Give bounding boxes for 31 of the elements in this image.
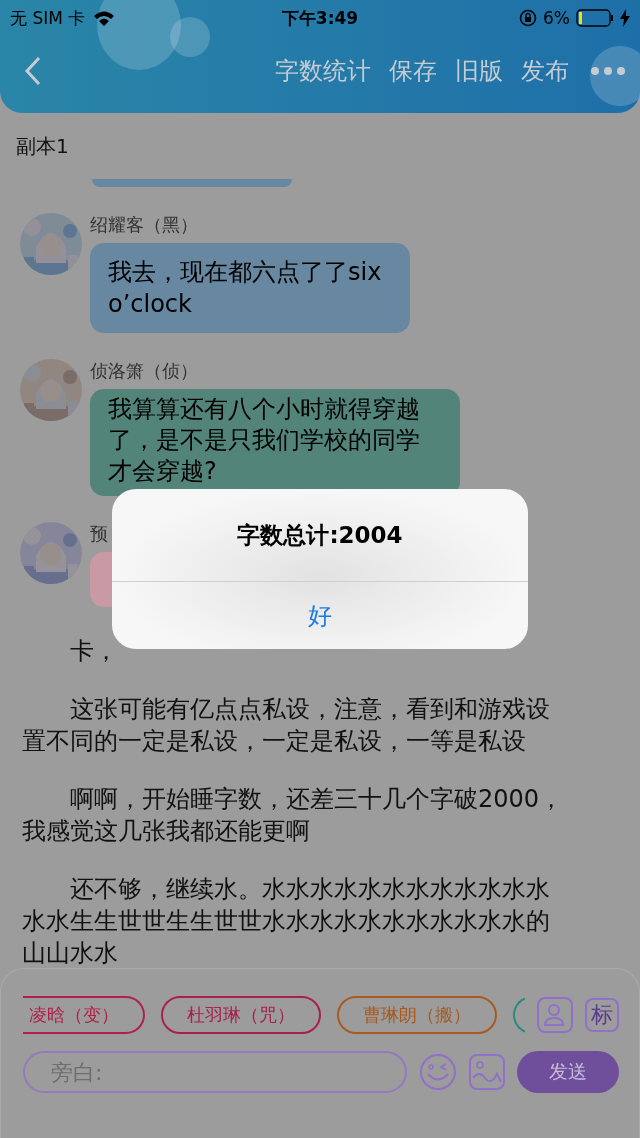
charging-icon: [620, 9, 630, 27]
sender-name: 侦洛箫（侦）: [90, 359, 199, 383]
image-icon[interactable]: [469, 1054, 505, 1090]
toolbar-button[interactable]: 旧版: [446, 55, 512, 87]
rotation-lock-icon: [519, 9, 538, 27]
message-bubble: 我去，现在都六点了了six o’clock: [90, 243, 410, 333]
story-paragraph: 还不够，继续水。水水水水水水水水水水水水水水生生世世生生世世水水水水水水水水水水水的山山水水: [21, 874, 551, 968]
decorative-circle: [590, 46, 640, 106]
battery-icon: [576, 9, 614, 27]
story-paragraph: 啊啊，开始睡字数，还差三十几个字破2000，我感觉这几张我都还能更啊: [21, 784, 565, 847]
message-bubble: 我算算还有八个小时就得穿越了，是不是只我们学校的同学才会穿越?: [90, 389, 460, 496]
time-text: 下午3:49: [281, 6, 359, 30]
wink-emoji-icon[interactable]: [419, 1053, 457, 1091]
character-chip[interactable]: 凌晗（变）: [23, 996, 145, 1034]
toolbar-button[interactable]: 字数统计: [266, 55, 380, 87]
character-chip[interactable]: 杜羽琳（咒）: [161, 996, 321, 1034]
document-title: 副本1: [16, 132, 69, 160]
toolbar-button[interactable]: 发布: [512, 55, 578, 87]
sender-name: 预: [90, 522, 109, 546]
tag-button[interactable]: 标: [585, 998, 619, 1032]
story-paragraph: 这张可能有亿点点私设，注意，看到和游戏设置不同的一定是私设，一定是私设，一等是私设: [21, 694, 551, 757]
battery-percent: 6%: [543, 8, 570, 28]
send-button[interactable]: 发送: [517, 1051, 619, 1093]
wifi-icon: [93, 10, 116, 26]
sender-name: 绍耀客（黑）: [90, 213, 199, 237]
carrier-text: 无 SIM 卡: [10, 6, 86, 30]
toolbar-button[interactable]: 保存: [380, 55, 446, 87]
person-icon[interactable]: [537, 997, 573, 1033]
alert-message: 字数总计:2004: [237, 520, 403, 550]
character-chip[interactable]: 曹琳朗（搬）: [337, 996, 497, 1034]
more-icon[interactable]: [590, 66, 626, 76]
